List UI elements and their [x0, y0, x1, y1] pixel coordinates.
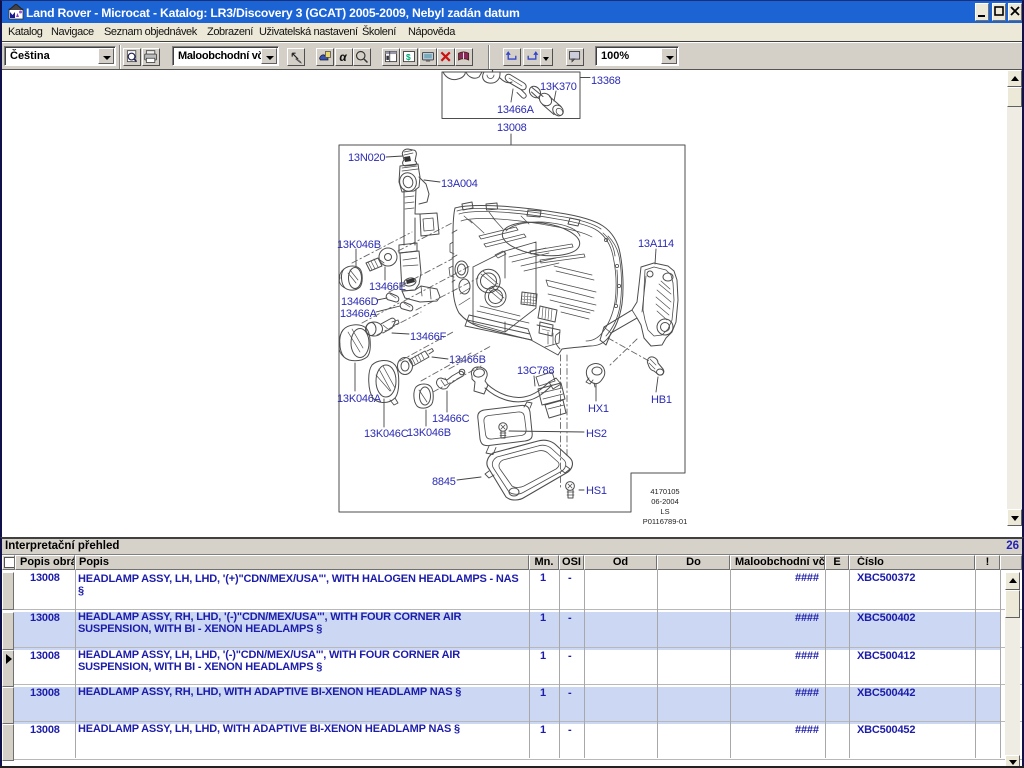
svg-text:13466D: 13466D: [341, 296, 379, 308]
svg-text:13K370: 13K370: [540, 81, 577, 93]
svg-text:HS1: HS1: [586, 485, 607, 497]
svg-text:HS2: HS2: [586, 428, 607, 440]
svg-text:13466F: 13466F: [410, 331, 447, 343]
svg-text:13466B: 13466B: [449, 354, 486, 366]
svg-text:13A004: 13A004: [441, 178, 478, 190]
svg-text:13K046B: 13K046B: [337, 239, 381, 251]
svg-text:13K046C: 13K046C: [364, 428, 409, 440]
svg-text:13C788: 13C788: [517, 365, 554, 377]
svg-text:4170105: 4170105: [650, 487, 679, 496]
svg-text:13466E: 13466E: [369, 281, 406, 293]
svg-text:$: $: [406, 52, 411, 62]
svg-text:13466A: 13466A: [497, 104, 535, 116]
svg-text:P0116789-01: P0116789-01: [643, 517, 687, 526]
svg-text:13368: 13368: [591, 75, 621, 87]
svg-text:13N020: 13N020: [348, 152, 385, 164]
svg-text:8845: 8845: [432, 476, 456, 488]
svg-text:HX1: HX1: [588, 403, 609, 415]
svg-text:13466A: 13466A: [340, 308, 378, 320]
svg-text:LS: LS: [660, 507, 669, 516]
svg-text:06-2004: 06-2004: [651, 497, 679, 506]
svg-text:13A114: 13A114: [638, 238, 674, 250]
svg-text:HB1: HB1: [651, 394, 672, 406]
svg-text:α: α: [339, 51, 347, 64]
svg-text:13K046A: 13K046A: [337, 393, 382, 405]
svg-text:13466C: 13466C: [432, 413, 470, 425]
svg-text:13K046B: 13K046B: [407, 427, 451, 439]
svg-text:13008: 13008: [497, 122, 527, 134]
